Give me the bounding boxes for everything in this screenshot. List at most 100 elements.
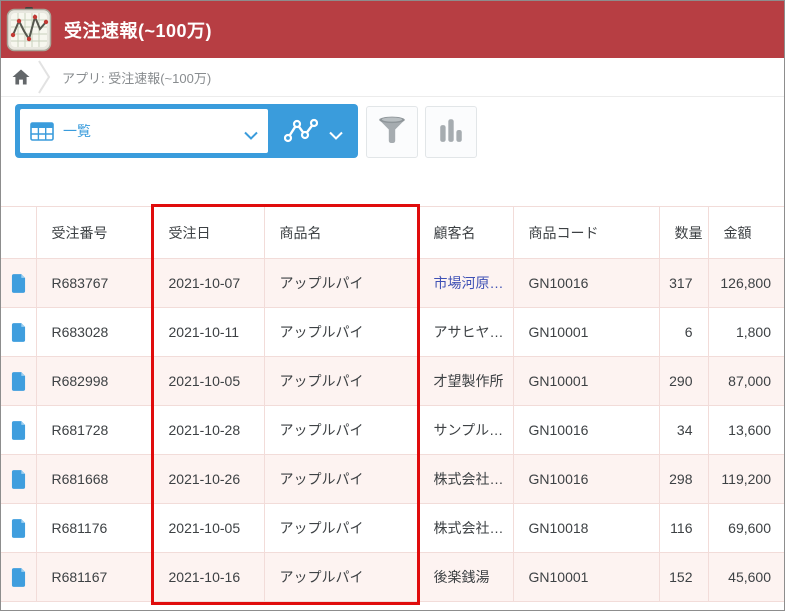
record-detail-cell <box>1 258 37 308</box>
record-detail-cell <box>1 405 37 455</box>
cell-order-date: 2021-10-05 <box>153 503 265 553</box>
cell-order-date: 2021-10-16 <box>153 552 265 602</box>
cell-order-number: R683767 <box>36 258 154 308</box>
cell-product-name: アップルパイ <box>264 356 419 406</box>
table-row: R683028 2021-10-11 アップルパイ アサヒヤ… GN10001 … <box>1 307 784 357</box>
toolbar: 一覧 <box>15 104 477 158</box>
cell-order-date: 2021-10-05 <box>153 356 265 406</box>
header-quantity[interactable]: 数量 <box>659 206 709 259</box>
header-product-code[interactable]: 商品コード <box>513 206 660 259</box>
cell-quantity: 298 <box>659 454 709 504</box>
cell-amount: 13,600 <box>708 405 784 455</box>
chevron-down-icon <box>328 127 343 140</box>
header-amount[interactable]: 金額 <box>708 206 784 259</box>
bar-chart-icon <box>437 116 465 149</box>
header-record-icon-column <box>1 206 37 259</box>
cell-order-date: 2021-10-07 <box>153 258 265 308</box>
header-product-name[interactable]: 商品名 <box>264 206 419 259</box>
table-row: R681167 2021-10-16 アップルパイ 後楽銭湯 GN10001 1… <box>1 552 784 602</box>
funnel-icon <box>376 114 408 151</box>
cell-quantity: 116 <box>659 503 709 553</box>
cell-customer-name: 後楽銭湯 <box>418 552 514 602</box>
table-row: R681668 2021-10-26 アップルパイ 株式会社… GN10016 … <box>1 454 784 504</box>
cell-order-number: R683028 <box>36 307 154 357</box>
record-detail-cell <box>1 356 37 406</box>
cell-order-number: R682998 <box>36 356 154 406</box>
cell-product-name: アップルパイ <box>264 405 419 455</box>
cell-customer-name: サンプル… <box>418 405 514 455</box>
cell-order-date: 2021-10-28 <box>153 405 265 455</box>
cell-product-code: GN10016 <box>513 405 660 455</box>
cell-quantity: 34 <box>659 405 709 455</box>
breadcrumb-label[interactable]: アプリ: 受注速報(~100万) <box>62 68 211 87</box>
cell-product-name: アップルパイ <box>264 454 419 504</box>
cell-product-name: アップルパイ <box>264 258 419 308</box>
table-header-row: 受注番号 受注日 商品名 顧客名 商品コード 数量 金額 <box>1 206 784 259</box>
record-detail-icon[interactable] <box>11 567 26 587</box>
cell-product-name: アップルパイ <box>264 552 419 602</box>
record-detail-icon[interactable] <box>11 273 26 293</box>
record-detail-icon[interactable] <box>11 322 26 342</box>
record-detail-cell <box>1 552 37 602</box>
order-table: 受注番号 受注日 商品名 顧客名 商品コード 数量 金額 R683767 202… <box>1 206 784 602</box>
cell-product-code: GN10001 <box>513 307 660 357</box>
table-row: R682998 2021-10-05 アップルパイ 才望製作所 GN10001 … <box>1 356 784 406</box>
chevron-down-icon <box>244 127 258 140</box>
page-title: 受注速報(~100万) <box>64 20 213 41</box>
record-detail-icon[interactable] <box>11 469 26 489</box>
record-detail-cell <box>1 503 37 553</box>
line-chart-icon <box>283 118 318 144</box>
record-detail-cell <box>1 307 37 357</box>
cell-product-name: アップルパイ <box>264 503 419 553</box>
chart-switcher-button[interactable] <box>268 104 358 158</box>
cell-customer-name: アサヒヤ… <box>418 307 514 357</box>
cell-order-date: 2021-10-11 <box>153 307 265 357</box>
app-header: 受注速報(~100万) <box>1 1 784 58</box>
table-view-icon <box>30 121 54 141</box>
cell-amount: 45,600 <box>708 552 784 602</box>
cell-product-name: アップルパイ <box>264 307 419 357</box>
cell-product-code: GN10001 <box>513 552 660 602</box>
cell-amount: 87,000 <box>708 356 784 406</box>
header-customer-name[interactable]: 顧客名 <box>418 206 514 259</box>
breadcrumb: アプリ: 受注速報(~100万) <box>1 58 784 97</box>
cell-customer-name: 才望製作所 <box>418 356 514 406</box>
cell-quantity: 290 <box>659 356 709 406</box>
header-order-number[interactable]: 受注番号 <box>36 206 154 259</box>
cell-customer-name[interactable]: 市場河原… <box>418 258 514 308</box>
chevron-right-icon <box>36 59 52 95</box>
record-detail-icon[interactable] <box>11 420 26 440</box>
table-row: R683767 2021-10-07 アップルパイ 市場河原… GN10016 … <box>1 258 784 308</box>
cell-amount: 119,200 <box>708 454 784 504</box>
view-selector: 一覧 <box>15 104 358 158</box>
cell-amount: 1,800 <box>708 307 784 357</box>
table-row: R681176 2021-10-05 アップルパイ 株式会社… GN10018 … <box>1 503 784 553</box>
view-dropdown[interactable]: 一覧 <box>20 109 268 153</box>
view-selector-label: 一覧 <box>63 123 91 139</box>
cell-customer-name: 株式会社… <box>418 503 514 553</box>
cell-product-code: GN10016 <box>513 454 660 504</box>
cell-quantity: 152 <box>659 552 709 602</box>
cell-order-date: 2021-10-26 <box>153 454 265 504</box>
cell-amount: 126,800 <box>708 258 784 308</box>
cell-order-number: R681176 <box>36 503 154 553</box>
record-detail-icon[interactable] <box>11 371 26 391</box>
cell-amount: 69,600 <box>708 503 784 553</box>
cell-product-code: GN10001 <box>513 356 660 406</box>
header-order-date[interactable]: 受注日 <box>153 206 265 259</box>
home-icon[interactable] <box>12 69 30 85</box>
app-window: 受注速報(~100万) アプリ: 受注速報(~100万) 一覧 受注番号 受注日… <box>0 0 785 611</box>
filter-button[interactable] <box>366 106 418 158</box>
cell-order-number: R681167 <box>36 552 154 602</box>
cell-product-code: GN10016 <box>513 258 660 308</box>
record-detail-icon[interactable] <box>11 518 26 538</box>
record-detail-cell <box>1 454 37 504</box>
graph-button[interactable] <box>425 106 477 158</box>
cell-product-code: GN10018 <box>513 503 660 553</box>
cell-order-number: R681668 <box>36 454 154 504</box>
cell-order-number: R681728 <box>36 405 154 455</box>
line-chart-app-icon <box>6 6 52 53</box>
cell-quantity: 6 <box>659 307 709 357</box>
cell-quantity: 317 <box>659 258 709 308</box>
cell-customer-name: 株式会社… <box>418 454 514 504</box>
